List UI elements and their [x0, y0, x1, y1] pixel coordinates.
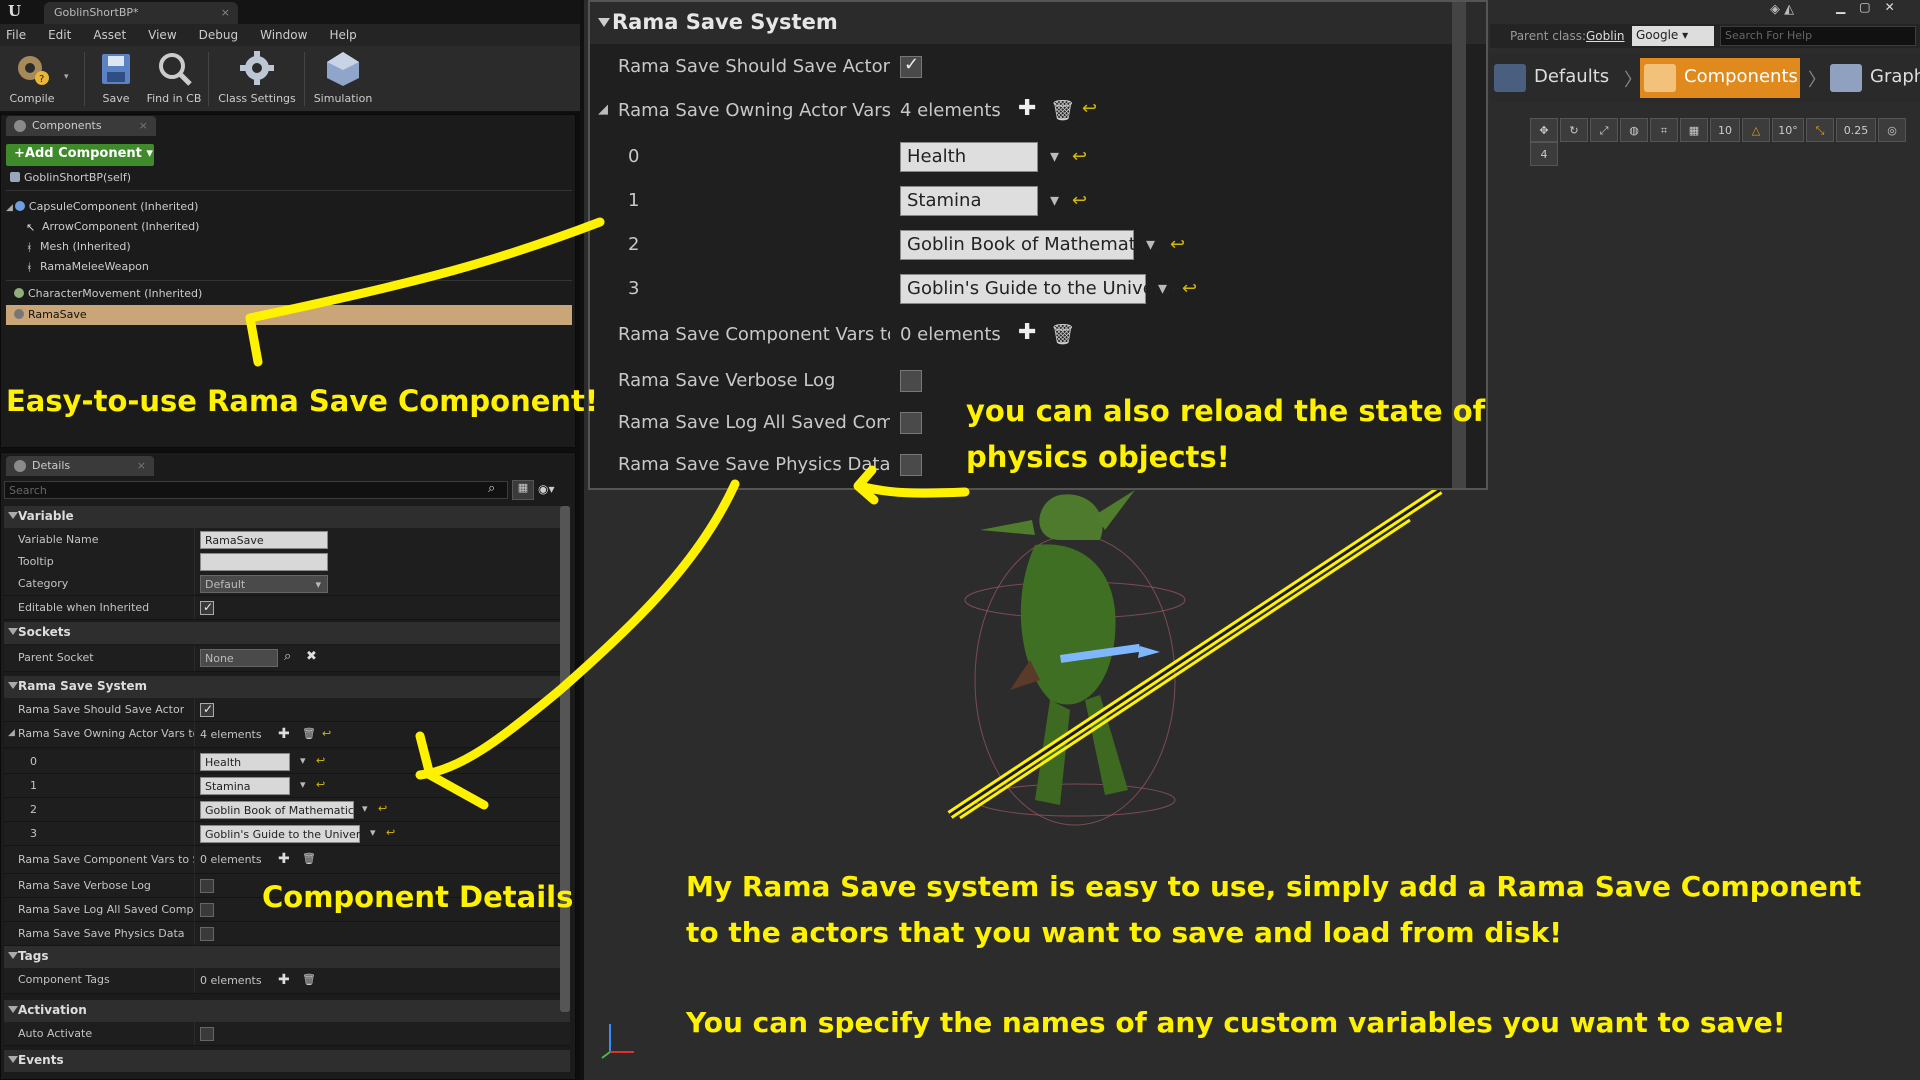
annotation-main-2: to the actors that you want to save and … — [686, 916, 1563, 949]
annotation-physics-1: you can also reload the state of — [966, 394, 1486, 428]
annotation-arrow-component — [245, 217, 605, 323]
annotation-physics-2: physics objects! — [966, 440, 1230, 474]
annotation-arrow-physics — [855, 481, 970, 498]
annotation-component: Easy-to-use Rama Save Component! — [6, 384, 599, 418]
annotation-main-1: My Rama Save system is easy to use, simp… — [686, 870, 1862, 903]
annotation-arrow-details — [415, 479, 740, 780]
annotation-arrowhead-component — [245, 313, 263, 367]
annotation-details: Component Details — [262, 880, 574, 914]
annotation-main-3: You can specify the names of any custom … — [686, 1006, 1786, 1039]
